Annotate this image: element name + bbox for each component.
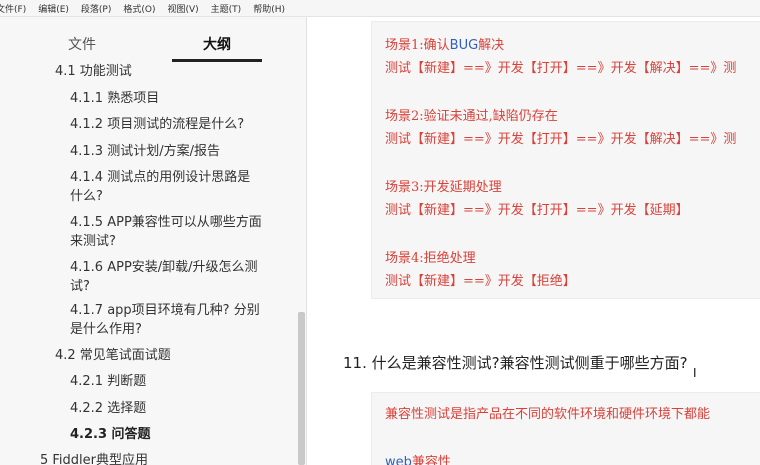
tab-outline[interactable]: 大纲	[203, 34, 231, 54]
scene3-flow: 测试【新建】==》开发【打开】==》开发【延期】	[385, 203, 689, 218]
editor-content[interactable]: 场景1:确认BUG解决 测试【新建】==》开发【打开】==》开发【解决】==》测…	[307, 17, 760, 465]
outline-item-4-1-6[interactable]: 4.1.6 APP安装/卸载/升级怎么测	[70, 257, 258, 279]
menu-file[interactable]: 文件(F)	[0, 2, 26, 15]
menu-bar: 文件(F) 编辑(E) 段落(P) 格式(O) 视图(V) 主题(T) 帮助(H…	[0, 0, 760, 17]
code-block-compatibility[interactable]: 兼容性测试是指产品在不同的软件环境和硬件环境下都能 web兼容性	[371, 392, 760, 465]
tab-files[interactable]: 文件	[68, 34, 96, 54]
outline-item-5[interactable]: 5 Fiddler典型应用	[40, 450, 148, 465]
outline-item-4-1-3[interactable]: 4.1.3 测试计划/方案/报告	[70, 141, 220, 163]
text-cursor-icon: I	[693, 366, 697, 380]
scene1-flow: 测试【新建】==》开发【打开】==》开发【解决】==》测	[385, 61, 737, 76]
outline-item-4-1-4-cont[interactable]: 什么?	[70, 186, 103, 208]
outline-item-4-2-2[interactable]: 4.2.2 选择题	[70, 398, 146, 420]
outline-item-4-2[interactable]: 4.2 常见笔试面试题	[55, 345, 171, 367]
scene1-title: 场景1:确认BUG解决	[385, 34, 504, 53]
menu-theme[interactable]: 主题(T)	[211, 2, 242, 15]
menu-format[interactable]: 格式(O)	[123, 2, 155, 15]
menu-paragraph[interactable]: 段落(P)	[81, 2, 111, 15]
compat-definition-line: 兼容性测试是指产品在不同的软件环境和硬件环境下都能	[385, 407, 711, 422]
outline-item-4-1-1[interactable]: 4.1.1 熟悉项目	[70, 88, 159, 110]
scene3-title: 场景3:开发延期处理	[385, 180, 502, 195]
outline-item-4-1-6-cont[interactable]: 试?	[70, 276, 90, 298]
outline-item-4-2-1[interactable]: 4.2.1 判断题	[70, 371, 146, 393]
scene2-title: 场景2:验证未通过,缺陷仍存在	[385, 109, 558, 124]
outline-item-4-1[interactable]: 4.1 功能测试	[55, 61, 132, 83]
scene4-flow: 测试【新建】==》开发【拒绝】	[385, 274, 576, 289]
scene1-title-resolve: 解决	[478, 38, 505, 53]
menu-edit[interactable]: 编辑(E)	[38, 2, 69, 15]
menu-view[interactable]: 视图(V)	[167, 2, 198, 15]
web-compat-line: web兼容性	[385, 451, 451, 465]
outline-item-4-1-5-cont[interactable]: 来测试?	[70, 231, 116, 253]
sidebar: 文件 大纲 4.1 功能测试 4.1.1 熟悉项目 4.1.2 项目测试的流程是…	[0, 17, 307, 465]
web-compat-text: 兼容性	[411, 455, 451, 465]
scene1-title-bug: BUG	[449, 38, 479, 53]
question-11-heading: 11. 什么是兼容性测试?兼容性测试侧重于哪些方面?	[343, 354, 688, 372]
scene4-title: 场景4:拒绝处理	[385, 251, 476, 266]
outline-item-4-1-7-cont[interactable]: 是什么作用?	[70, 319, 142, 341]
web-keyword: web	[385, 455, 412, 465]
outline-item-4-2-3-active[interactable]: 4.2.3 问答题	[70, 424, 151, 446]
active-tab-indicator	[172, 59, 262, 62]
outline-item-4-1-2[interactable]: 4.1.2 项目测试的流程是什么?	[70, 114, 244, 136]
code-block-bug-scenarios[interactable]: 场景1:确认BUG解决 测试【新建】==》开发【打开】==》开发【解决】==》测…	[371, 21, 760, 299]
sidebar-scrollbar-thumb[interactable]	[298, 312, 305, 465]
menu-help[interactable]: 帮助(H)	[253, 2, 285, 15]
sidebar-tabs: 文件 大纲	[0, 17, 306, 62]
scene1-title-text: 场景1:确认	[385, 38, 450, 53]
scene2-flow: 测试【新建】==》开发【打开】==》开发【解决】==》测	[385, 132, 737, 147]
